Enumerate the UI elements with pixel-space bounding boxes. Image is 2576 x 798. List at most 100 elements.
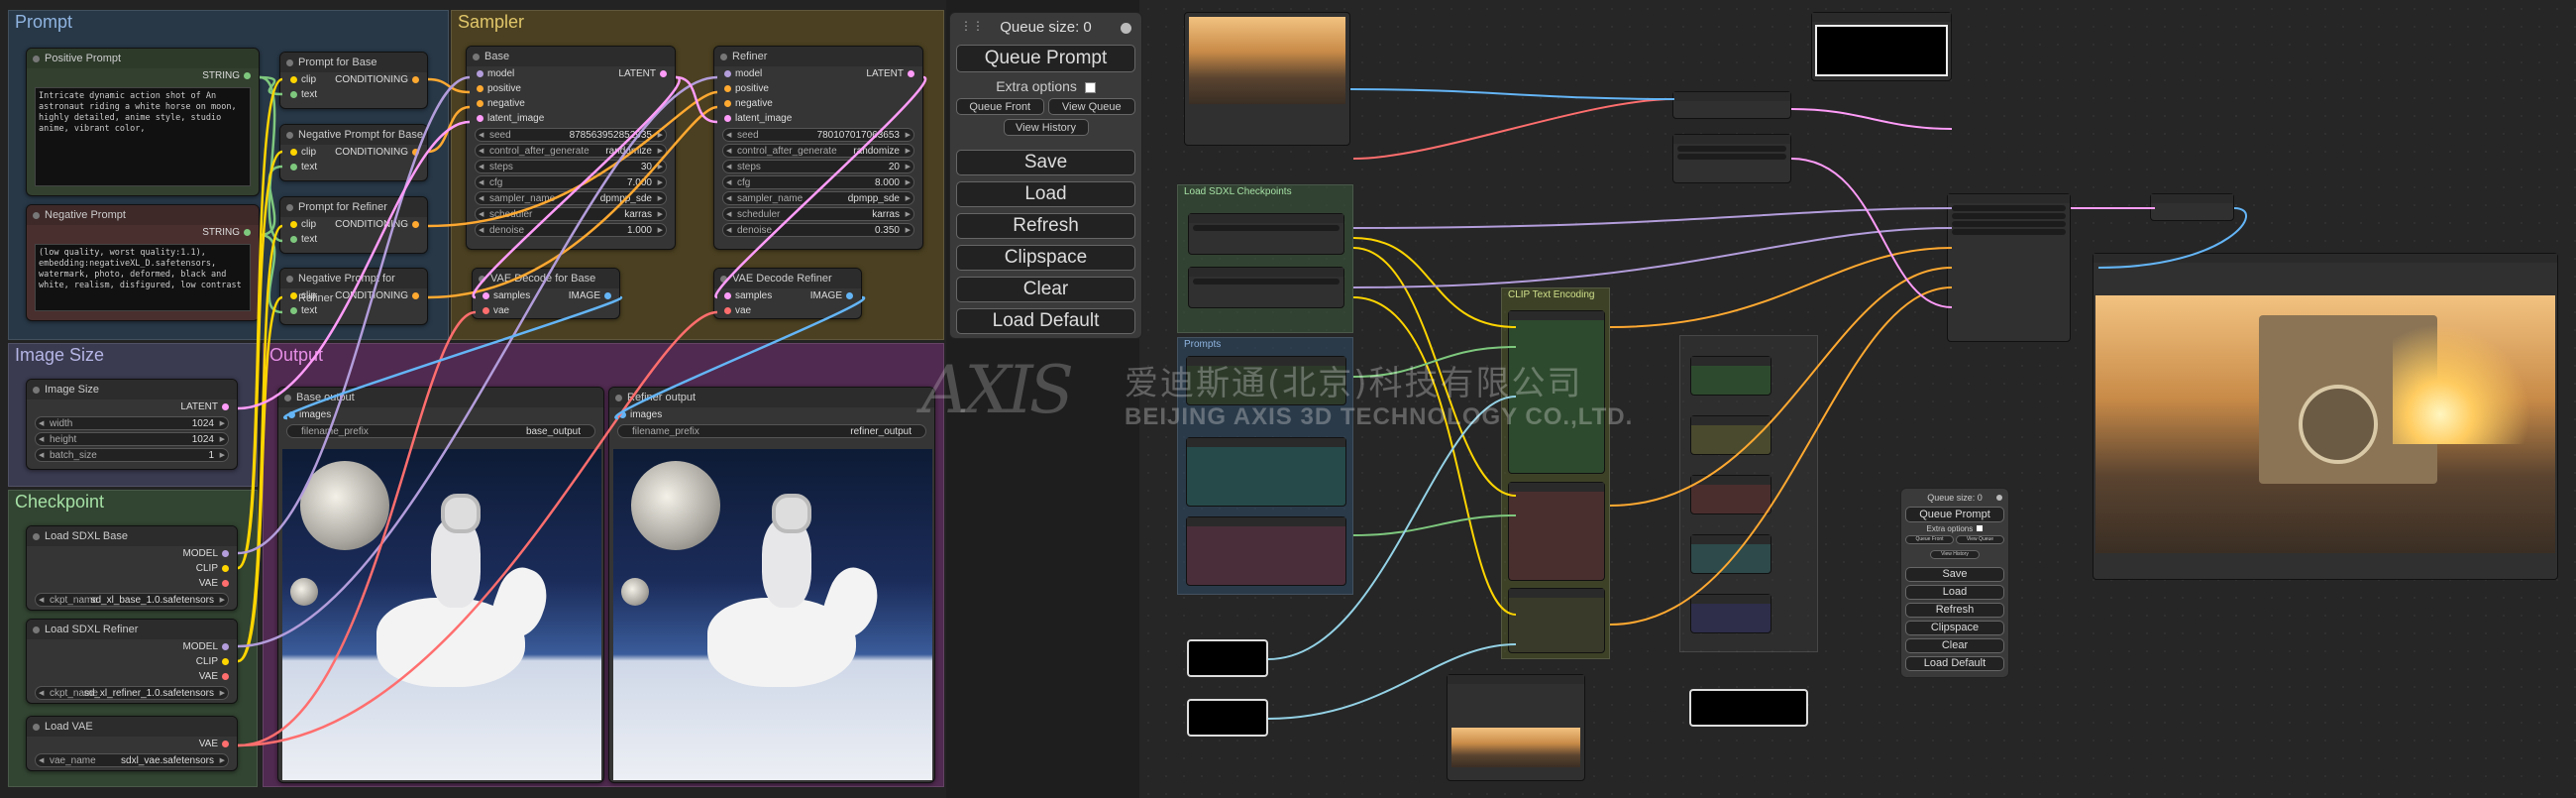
latent-image-input-pin[interactable]: [724, 114, 731, 122]
clipspace-button[interactable]: Clipspace: [956, 245, 1135, 271]
clip-encode-negative-mini[interactable]: [1508, 482, 1605, 581]
negative-prompt-text[interactable]: (low quality, worst quality:1.1), embedd…: [35, 244, 251, 311]
control-after-generate-widget[interactable]: control_after_generate randomize: [722, 144, 914, 159]
vae-output-pin[interactable]: [222, 740, 229, 747]
negative-input-pin[interactable]: [477, 99, 483, 107]
text-input-pin[interactable]: [290, 235, 297, 243]
settings-column-group[interactable]: [1679, 335, 1818, 652]
scheduler-widget[interactable]: scheduler karras: [475, 207, 667, 222]
mini-secondary-prompt[interactable]: [1186, 437, 1346, 507]
clip-input-pin[interactable]: [290, 291, 297, 299]
setting-mini-4[interactable]: [1690, 534, 1771, 574]
negative-prompt-for-base-node[interactable]: Negative Prompt for Base clip CONDITIONIN…: [279, 124, 428, 181]
negative-input-pin[interactable]: [724, 99, 731, 107]
vae-output-pin[interactable]: [222, 672, 229, 680]
conditioning-output-pin[interactable]: [412, 291, 419, 299]
vae-input-pin[interactable]: [483, 306, 489, 314]
sampler-advanced-node[interactable]: [1947, 193, 2071, 342]
image-output-pin[interactable]: [846, 291, 853, 299]
seed-widget[interactable]: seed 780107017063653: [722, 128, 914, 143]
prompt-for-base-node[interactable]: Prompt for Base clip CONDITIONING text: [279, 52, 428, 109]
denoise-widget[interactable]: denoise 1.000: [475, 223, 667, 238]
vae-decode-base-node[interactable]: VAE Decode for Base samples IMAGE vae: [472, 268, 620, 319]
model-input-pin[interactable]: [724, 69, 731, 77]
control-after-generate-widget[interactable]: control_after_generate randomize: [475, 144, 667, 159]
latent-output-pin[interactable]: [222, 402, 229, 410]
conditional-size-node-2[interactable]: [1187, 699, 1268, 737]
refiner-sampler-node[interactable]: Refiner model LATENT positive negative la…: [713, 46, 923, 250]
clip-encode-refiner-mini[interactable]: [1508, 588, 1605, 653]
load-default-button[interactable]: Load Default: [1905, 656, 2004, 671]
clip-input-pin[interactable]: [290, 75, 297, 83]
mini-positive-prompt[interactable]: [1186, 356, 1346, 405]
latent-output-pin[interactable]: [908, 69, 914, 77]
conditioning-output-pin[interactable]: [412, 75, 419, 83]
text-input-pin[interactable]: [290, 90, 297, 98]
extra-options-checkbox[interactable]: [1084, 81, 1096, 93]
settings-gear-icon[interactable]: [1996, 495, 2002, 501]
queue-prompt-button[interactable]: Queue Prompt: [956, 45, 1135, 72]
prompt-for-refiner-node[interactable]: Prompt for Refiner clip CONDITIONING text: [279, 196, 428, 254]
setting-mini-1[interactable]: [1690, 356, 1771, 396]
prompts-group[interactable]: Prompts: [1177, 337, 1353, 595]
conditioning-output-pin[interactable]: [412, 148, 419, 156]
steps-widget[interactable]: steps 20: [722, 160, 914, 174]
queue-front-button[interactable]: Queue Front: [956, 98, 1044, 115]
ckpt-name-widget[interactable]: ckpt_namesd_xl_refiner_1.0.safetensors: [35, 686, 229, 701]
seed-widget[interactable]: seed 878563952852935: [475, 128, 667, 143]
denoise-widget[interactable]: denoise 0.350: [722, 223, 914, 238]
ckpt-name-widget[interactable]: ckpt_namesd_xl_base_1.0.safetensors: [35, 593, 229, 608]
sampler-name-widget[interactable]: sampler_name dpmpp_sde: [475, 191, 667, 206]
load-sdxl-checkpoints-group[interactable]: Load SDXL Checkpoints: [1177, 184, 1353, 333]
save-image-node[interactable]: [1447, 674, 1585, 781]
load-refiner-checkpoint-mini[interactable]: [1188, 267, 1344, 308]
extra-options-checkbox[interactable]: [1977, 525, 1984, 531]
clear-button[interactable]: Clear: [1905, 638, 2004, 653]
vae-input-pin[interactable]: [724, 306, 731, 314]
cfg-widget[interactable]: cfg 7.000: [475, 175, 667, 190]
mini-negative-prompt[interactable]: [1186, 516, 1346, 586]
right-queue-panel[interactable]: Queue size: 0 Queue Prompt Extra options…: [1900, 488, 2009, 678]
positive-prompt-node[interactable]: Positive Prompt STRING Intricate dynamic…: [26, 48, 260, 196]
load-button[interactable]: Load: [1905, 585, 2004, 600]
text-input-pin[interactable]: [290, 306, 297, 314]
scheduler-widget[interactable]: scheduler karras: [722, 207, 914, 222]
save-button[interactable]: Save: [1905, 567, 2004, 582]
conditioning-output-pin[interactable]: [412, 220, 419, 228]
batch-size-widget[interactable]: batch_size 1: [35, 448, 229, 463]
string-output-pin[interactable]: [244, 228, 251, 236]
view-history-button[interactable]: View History: [1930, 550, 1980, 559]
setting-mini-2[interactable]: [1690, 415, 1771, 455]
refresh-button[interactable]: Refresh: [956, 213, 1135, 239]
view-queue-button[interactable]: View Queue: [1047, 98, 1135, 115]
setting-mini-5[interactable]: [1690, 594, 1771, 633]
model-input-pin[interactable]: [477, 69, 483, 77]
clip-output-pin[interactable]: [222, 564, 229, 572]
setting-mini-3[interactable]: [1690, 475, 1771, 514]
base-sampler-node[interactable]: Base model LATENT positive negative laten…: [466, 46, 676, 250]
image-size-node[interactable]: Image Size LATENT width 1024 height 1024 b…: [26, 379, 238, 470]
clear-button[interactable]: Clear: [956, 277, 1135, 302]
images-input-pin[interactable]: [619, 410, 626, 418]
model-output-pin[interactable]: [222, 549, 229, 557]
negative-prompt-for-refiner-node[interactable]: Negative Prompt for Refiner clip CONDITIO…: [279, 268, 428, 325]
clip-text-encoding-group[interactable]: CLIP Text Encoding: [1501, 287, 1610, 659]
base-output-node[interactable]: Base output images filename_prefix base_o…: [277, 387, 604, 783]
drag-handle-icon[interactable]: ⋮⋮: [960, 19, 984, 33]
samples-input-pin[interactable]: [483, 291, 489, 299]
refiner-output-node[interactable]: Refiner output images filename_prefix ref…: [608, 387, 935, 783]
vae-encode-node[interactable]: [1672, 91, 1791, 119]
clip-input-pin[interactable]: [290, 148, 297, 156]
vae-output-pin[interactable]: [222, 579, 229, 587]
model-output-pin[interactable]: [222, 642, 229, 650]
clip-input-pin[interactable]: [290, 220, 297, 228]
sampler-name-widget[interactable]: sampler_name dpmpp_sde: [722, 191, 914, 206]
latent-output-pin[interactable]: [660, 69, 667, 77]
conditional-size-node-1[interactable]: [1187, 639, 1268, 677]
image-output-pin[interactable]: [604, 291, 611, 299]
view-queue-button[interactable]: View Queue: [1956, 535, 2004, 544]
view-history-button[interactable]: View History: [1003, 119, 1089, 136]
positive-input-pin[interactable]: [477, 84, 483, 92]
queue-prompt-button[interactable]: Queue Prompt: [1905, 507, 2004, 522]
cfg-widget[interactable]: cfg 8.000: [722, 175, 914, 190]
